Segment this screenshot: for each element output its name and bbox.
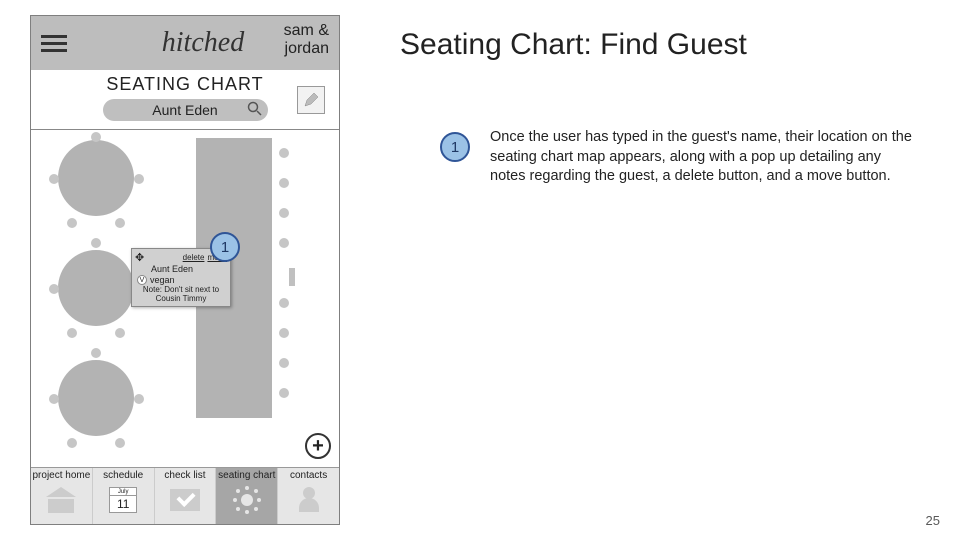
nav-schedule[interactable]: schedule July11: [93, 468, 155, 524]
seat[interactable]: [279, 208, 289, 218]
page-number: 25: [926, 513, 940, 528]
seat[interactable]: [279, 178, 289, 188]
annotation-text-1: Once the user has typed in the guest's n…: [490, 128, 920, 187]
home-icon: [44, 483, 78, 517]
bottom-nav: project home schedule July11 check list …: [31, 467, 339, 524]
seat[interactable]: [115, 218, 125, 228]
round-table[interactable]: [58, 360, 134, 436]
check-icon: [168, 483, 202, 517]
nav-contacts[interactable]: contacts: [278, 468, 339, 524]
annotation-marker-on-map: 1: [210, 232, 240, 262]
seat[interactable]: [91, 132, 101, 142]
seating-map[interactable]: ✥ delete move Aunt Eden V vegan Note: Do…: [31, 130, 339, 467]
seat[interactable]: [279, 298, 289, 308]
nav-seating-chart[interactable]: seating chart: [216, 468, 278, 524]
phone-frame: hitched sam & jordan SEATING CHART Aunt …: [30, 15, 340, 525]
page-title: SEATING CHART: [31, 74, 339, 95]
contact-icon: [292, 483, 326, 517]
seat[interactable]: [279, 388, 289, 398]
scroll-handle[interactable]: [289, 268, 295, 286]
seating-icon: [230, 483, 264, 517]
search-value: Aunt Eden: [152, 102, 217, 118]
delete-button[interactable]: delete: [183, 253, 205, 262]
menu-icon[interactable]: [41, 35, 67, 52]
nav-checklist[interactable]: check list: [155, 468, 217, 524]
search-icon[interactable]: [247, 101, 263, 120]
seat[interactable]: [134, 174, 144, 184]
subheader: SEATING CHART Aunt Eden: [31, 70, 339, 130]
seat[interactable]: [49, 394, 59, 404]
annotation-marker-1: 1: [440, 132, 470, 162]
seat[interactable]: [279, 358, 289, 368]
couple-line2: jordan: [284, 40, 329, 58]
drag-icon[interactable]: ✥: [135, 251, 142, 264]
seat[interactable]: [115, 328, 125, 338]
seat[interactable]: [279, 148, 289, 158]
seat[interactable]: [91, 238, 101, 248]
seat[interactable]: [49, 174, 59, 184]
seat[interactable]: [67, 218, 77, 228]
nav-project-home[interactable]: project home: [31, 468, 93, 524]
popup-note: Note: Don't sit next to Cousin Timmy: [135, 286, 227, 304]
seat[interactable]: [279, 238, 289, 248]
cal-month: July: [110, 488, 136, 496]
round-table[interactable]: [58, 140, 134, 216]
seat[interactable]: [49, 284, 59, 294]
diet-badge: V: [137, 275, 147, 285]
nav-label: contacts: [290, 470, 327, 481]
couple-line1: sam &: [284, 22, 329, 40]
search-input[interactable]: Aunt Eden: [103, 99, 268, 121]
diet-label: vegan: [150, 275, 175, 285]
seat[interactable]: [91, 348, 101, 358]
nav-label: project home: [32, 470, 90, 481]
popup-guest-name: Aunt Eden: [151, 264, 227, 274]
cal-day: 11: [110, 496, 136, 512]
round-table[interactable]: [58, 250, 134, 326]
nav-label: schedule: [103, 470, 143, 481]
edit-button[interactable]: [297, 86, 325, 114]
app-header: hitched sam & jordan: [31, 16, 339, 70]
add-button[interactable]: +: [305, 433, 331, 459]
seat[interactable]: [134, 394, 144, 404]
slide-title: Seating Chart: Find Guest: [400, 28, 747, 62]
calendar-icon: July11: [106, 483, 140, 517]
seat[interactable]: [279, 328, 289, 338]
seat[interactable]: [67, 438, 77, 448]
nav-label: seating chart: [218, 470, 275, 481]
nav-label: check list: [164, 470, 205, 481]
seat[interactable]: [115, 438, 125, 448]
couple-names: sam & jordan: [284, 22, 329, 57]
seat[interactable]: [67, 328, 77, 338]
